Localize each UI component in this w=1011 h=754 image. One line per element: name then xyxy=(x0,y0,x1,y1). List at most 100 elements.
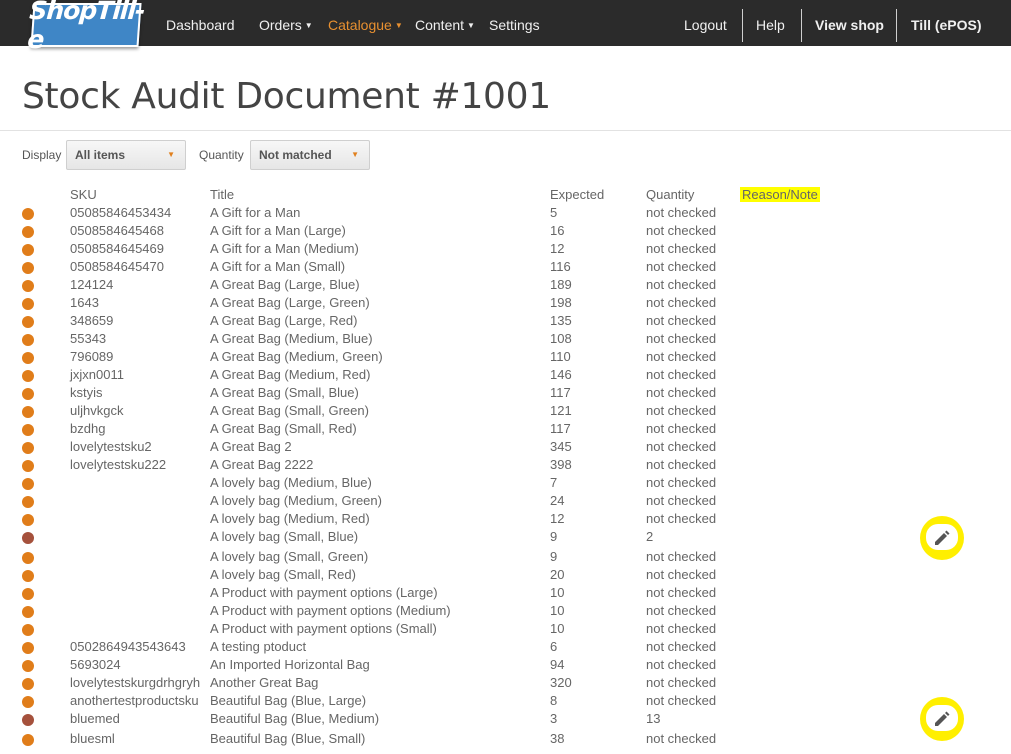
quantity-cell: not checked xyxy=(646,567,717,582)
quantity-cell: 2 xyxy=(646,529,654,544)
column-header-sku[interactable]: SKU xyxy=(70,187,97,202)
column-header-title[interactable]: Title xyxy=(210,187,234,202)
nav-help[interactable]: Help xyxy=(756,0,785,46)
table-row[interactable]: jxjxn0011 A Great Bag (Medium, Red) 146 not… xyxy=(0,367,1011,385)
pencil-icon xyxy=(935,711,950,726)
shoptill-logo[interactable]: ShopTill-e xyxy=(26,0,145,54)
sku-cell: jxjxn0011 xyxy=(70,367,124,382)
edit-note-button[interactable] xyxy=(920,697,964,741)
sku-cell: lovelytestsku222 xyxy=(70,457,167,472)
expected-cell: 146 xyxy=(550,367,572,382)
title-divider xyxy=(0,130,1011,131)
table-row[interactable]: 348659 A Great Bag (Large, Red) 135 not che… xyxy=(0,313,1011,331)
nav-logout[interactable]: Logout xyxy=(684,0,727,46)
expected-cell: 24 xyxy=(550,493,565,508)
status-dot-icon xyxy=(22,208,34,220)
title-cell: A Great Bag (Large, Blue) xyxy=(210,277,360,292)
expected-cell: 110 xyxy=(550,349,571,364)
table-row[interactable]: 55343 A Great Bag (Medium, Blue) 108 not ch… xyxy=(0,331,1011,349)
status-dot-icon xyxy=(22,570,34,582)
table-row[interactable]: lovelytestsku222 A Great Bag 2222 398 not c… xyxy=(0,457,1011,475)
title-cell: An Imported Horizontal Bag xyxy=(210,657,370,672)
table-row[interactable]: bzdhg A Great Bag (Small, Red) 117 not chec… xyxy=(0,421,1011,439)
table-row[interactable]: 0508584645468 A Gift for a Man (Large) 16 n… xyxy=(0,223,1011,241)
expected-cell: 10 xyxy=(550,621,565,636)
nav-dashboard[interactable]: Dashboard xyxy=(166,0,235,46)
table-row[interactable]: A lovely bag (Small, Blue) 9 2 xyxy=(0,529,1011,547)
expected-cell: 198 xyxy=(550,295,572,310)
status-dot-icon xyxy=(22,642,34,654)
title-cell: A Great Bag (Medium, Blue) xyxy=(210,331,373,346)
quantity-cell: not checked xyxy=(646,693,717,708)
sku-cell: 0508584645468 xyxy=(70,223,164,238)
quantity-cell: not checked xyxy=(646,731,717,746)
nav-view-shop[interactable]: View shop xyxy=(815,0,884,46)
table-row[interactable]: 0502864943543643 A testing ptoduct 6 not ch… xyxy=(0,639,1011,657)
table-row[interactable]: 796089 A Great Bag (Medium, Green) 110 not … xyxy=(0,349,1011,367)
table-row[interactable]: A Product with payment options (Small) 10… xyxy=(0,621,1011,639)
table-row[interactable]: A lovely bag (Small, Green) 9 not checked xyxy=(0,549,1011,567)
table-row[interactable]: A lovely bag (Medium, Green) 24 not checke… xyxy=(0,493,1011,511)
table-row[interactable]: uljhvkgck A Great Bag (Small, Green) 121 no… xyxy=(0,403,1011,421)
nav-settings[interactable]: Settings xyxy=(489,0,540,46)
display-filter-dropdown[interactable]: All items ▼ xyxy=(66,140,186,170)
status-dot-icon xyxy=(22,734,34,746)
table-row[interactable]: anothertestproductsku Beautiful Bag (Blue… xyxy=(0,693,1011,711)
table-row[interactable]: 0508584645470 A Gift for a Man (Small) 116… xyxy=(0,259,1011,277)
table-row[interactable]: kstyis A Great Bag (Small, Blue) 117 not ch… xyxy=(0,385,1011,403)
sku-cell: bluesml xyxy=(70,731,115,746)
title-cell: A Gift for a Man (Large) xyxy=(210,223,346,238)
quantity-cell: not checked xyxy=(646,295,717,310)
nav-content[interactable]: Content ▼ xyxy=(415,0,475,46)
table-row[interactable]: A lovely bag (Medium, Red) 12 not checked xyxy=(0,511,1011,529)
expected-cell: 189 xyxy=(550,277,572,292)
quantity-cell: not checked xyxy=(646,421,717,436)
table-row[interactable]: 05085846453434 A Gift for a Man 5 not check… xyxy=(0,205,1011,223)
table-row[interactable]: 0508584645469 A Gift for a Man (Medium) 12… xyxy=(0,241,1011,259)
quantity-cell: not checked xyxy=(646,657,717,672)
expected-cell: 5 xyxy=(550,205,558,220)
caret-down-icon: ▼ xyxy=(467,21,475,30)
quantity-cell: not checked xyxy=(646,331,717,346)
quantity-cell: not checked xyxy=(646,205,717,220)
table-row[interactable]: 1643 A Great Bag (Large, Green) 198 not che… xyxy=(0,295,1011,313)
top-navbar: ShopTill-e Dashboard Orders ▼ Catalogue ▼ … xyxy=(0,0,1011,54)
sku-cell: bzdhg xyxy=(70,421,106,436)
quantity-cell: not checked xyxy=(646,621,717,636)
table-row[interactable]: bluemed Beautiful Bag (Blue, Medium) 3 13 xyxy=(0,711,1011,729)
quantity-cell: not checked xyxy=(646,639,717,654)
title-cell: A Great Bag (Large, Green) xyxy=(210,295,370,310)
nav-till-epos[interactable]: Till (ePOS) xyxy=(911,0,982,46)
table-row[interactable]: 5693024 An Imported Horizontal Bag 94 not c… xyxy=(0,657,1011,675)
nav-dashboard-label: Dashboard xyxy=(166,17,235,33)
quantity-filter-dropdown[interactable]: Not matched ▼ xyxy=(250,140,370,170)
table-row[interactable]: A Product with payment options (Large) 10… xyxy=(0,585,1011,603)
quantity-cell: not checked xyxy=(646,475,717,490)
table-row[interactable]: lovelytestskurgdrhgryh Another Great Bag 3… xyxy=(0,675,1011,693)
quantity-cell: not checked xyxy=(646,385,717,400)
title-cell: A Great Bag 2222 xyxy=(210,457,314,472)
title-cell: A Great Bag (Medium, Red) xyxy=(210,367,371,382)
table-row[interactable]: A Product with payment options (Medium) 1… xyxy=(0,603,1011,621)
edit-note-button[interactable] xyxy=(920,516,964,560)
title-cell: A Product with payment options (Large) xyxy=(210,585,438,600)
title-cell: A testing ptoduct xyxy=(210,639,307,654)
nav-settings-label: Settings xyxy=(489,17,540,33)
table-row[interactable]: 124124 A Great Bag (Large, Blue) 189 not ch… xyxy=(0,277,1011,295)
column-header-expected[interactable]: Expected xyxy=(550,187,604,202)
expected-cell: 135 xyxy=(550,313,572,328)
nav-catalogue[interactable]: Catalogue ▼ xyxy=(328,0,403,46)
quantity-cell: not checked xyxy=(646,511,717,526)
title-cell: A lovely bag (Small, Blue) xyxy=(210,529,359,544)
quantity-cell: not checked xyxy=(646,549,717,564)
status-dot-icon xyxy=(22,714,34,726)
nav-orders[interactable]: Orders ▼ xyxy=(259,0,313,46)
table-row[interactable]: A lovely bag (Medium, Blue) 7 not checked xyxy=(0,475,1011,493)
status-dot-icon xyxy=(22,406,34,418)
expected-cell: 320 xyxy=(550,675,572,690)
expected-cell: 12 xyxy=(550,511,565,526)
table-row[interactable]: lovelytestsku2 A Great Bag 2 345 not checke… xyxy=(0,439,1011,457)
table-row[interactable]: A lovely bag (Small, Red) 20 not checked xyxy=(0,567,1011,585)
column-header-quantity[interactable]: Quantity xyxy=(646,187,694,202)
table-row[interactable]: bluesml Beautiful Bag (Blue, Small) 38 not … xyxy=(0,731,1011,749)
